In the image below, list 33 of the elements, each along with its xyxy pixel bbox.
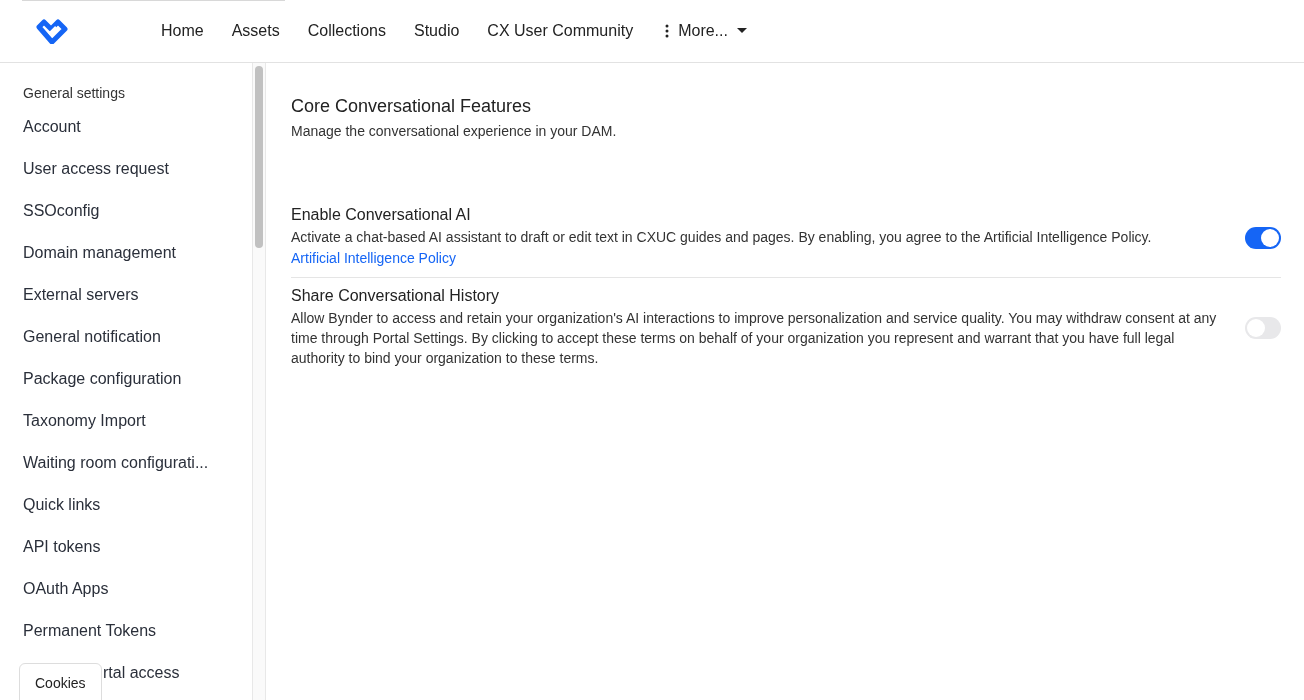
sidebar-heading: General settings	[22, 85, 126, 101]
nav-link[interactable]: Assets	[231, 22, 280, 40]
sidebar-item[interactable]: Package configuration	[0, 369, 252, 411]
sidebar-item[interactable]: External servers	[0, 285, 252, 327]
sidebar-item[interactable]: Waiting room configurati...	[0, 453, 252, 495]
sidebar-item[interactable]: SSOconfig	[0, 201, 252, 243]
caret-icon	[736, 28, 747, 34]
more-menu-button[interactable]: More...	[665, 22, 747, 40]
sidebar-item[interactable]: Quick links	[0, 495, 252, 537]
setting-description: Allow Bynder to access and retain your organization's AI interactions to improve personalization and service quality. You may withdraw consent at any time through Portal Settings. By clicking to accept these terms on behalf of your organization you represent and warrant that you have full legal authority to bind your organization to these terms.	[291, 309, 1218, 368]
section-subtitle: Manage the conversational experience in your DAM.	[291, 123, 618, 139]
sidebar-item[interactable]: Permanent Tokens	[0, 621, 252, 663]
section-title: Core Conversational Features	[291, 96, 533, 117]
sidebar-item[interactable]: OAuth Apps	[0, 579, 252, 621]
kebab-icon	[665, 24, 670, 38]
setting-title: Share Conversational History	[291, 287, 501, 305]
sidebar-item[interactable]: Account	[0, 117, 252, 159]
sidebar-item[interactable]: User access request	[0, 159, 252, 201]
sidebar-item[interactable]: rtal access	[103, 663, 180, 700]
logo-icon[interactable]	[35, 18, 69, 44]
setting-title: Enable Conversational AI	[291, 206, 472, 224]
nav-link[interactable]: Collections	[307, 22, 386, 40]
nav-link[interactable]: CX User Community	[487, 22, 634, 40]
sidebar-item[interactable]: Taxonomy Import	[0, 411, 252, 453]
nav-link[interactable]: Home	[161, 22, 204, 40]
setting-description: Activate a chat-based AI assistant to draft or edit text in CXUC guides and pages. By enabling, you agree to the Artificial Intelligence Policy.	[291, 228, 1153, 247]
toggle-switch[interactable]	[1245, 226, 1281, 249]
sidebar-item[interactable]: Domain management	[0, 243, 252, 285]
sidebar-item[interactable]: General notification	[0, 327, 252, 369]
cookies-button[interactable]: Cookies	[19, 663, 102, 700]
policy-link[interactable]: Artificial Intelligence Policy	[291, 247, 456, 269]
sidebar-item[interactable]: API tokens	[0, 537, 252, 579]
nav-link[interactable]: Studio	[413, 22, 460, 40]
